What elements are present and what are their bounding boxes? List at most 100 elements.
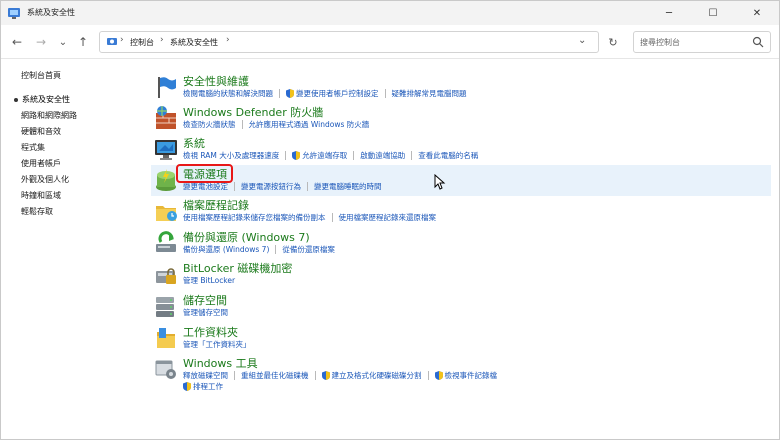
sidebar-item-system-security[interactable]: 系統及安全性 [14, 94, 70, 105]
category-title[interactable]: BitLocker 磁碟機加密 [183, 260, 292, 276]
category-windows-tools: Windows 工具 釋放磁碟空間 重組並最佳化磁碟機 建立及格式化硬碟磁碟分割… [151, 354, 771, 394]
maximize-button[interactable]: ☐ [691, 1, 735, 25]
link-divider [307, 182, 308, 191]
refresh-button[interactable]: ↻ [605, 34, 621, 50]
category-title[interactable]: Windows Defender 防火牆 [183, 104, 323, 120]
uac-shield-icon [286, 89, 294, 98]
link-allow-remote[interactable]: 允許遠端存取 [302, 150, 347, 161]
breadcrumb-separator: › [226, 35, 230, 45]
breadcrumb-system-security[interactable]: 系統及安全性 [170, 37, 218, 48]
category-backup-restore: 備份與還原 (Windows 7) 備份與還原 (Windows 7) 從備份還… [151, 228, 771, 259]
link-computer-name[interactable]: 查看此電腦的名稱 [418, 150, 478, 161]
monitor-icon [155, 140, 177, 160]
search-box[interactable]: 搜尋控制台 [633, 31, 771, 53]
storage-icon [156, 297, 174, 317]
file-history-icon [156, 206, 177, 221]
link-change-uac[interactable]: 變更使用者帳戶控制設定 [296, 88, 379, 99]
sidebar-item-ease-of-access[interactable]: 輕鬆存取 [21, 206, 53, 217]
close-button[interactable]: ✕ [735, 1, 779, 25]
highlight-box [176, 164, 233, 183]
breadcrumb-separator: › [160, 35, 164, 45]
address-dropdown-button[interactable]: ⌄ [578, 35, 586, 46]
backup-icon [156, 231, 176, 252]
category-title[interactable]: 備份與還原 (Windows 7) [183, 229, 310, 245]
forward-button[interactable]: → [33, 34, 49, 50]
sidebar-item-clock-region[interactable]: 時鐘和區域 [21, 190, 61, 201]
category-links: 管理儲存空間 [183, 307, 228, 318]
link-remote-assistance[interactable]: 啟動遠端協助 [360, 150, 405, 161]
category-links: 檢視 RAM 大小及處理器速度 允許遠端存取 啟動遠端協助 查看此電腦的名稱 [183, 150, 478, 161]
category-title[interactable]: 工作資料夾 [183, 324, 238, 340]
uac-shield-icon [292, 151, 301, 160]
search-icon [752, 36, 764, 48]
link-divider [285, 151, 287, 160]
category-security-maintenance: 安全性與維護 檢閱電腦的狀態和解決問題 變更使用者帳戶控制設定 疑難排解常見電腦… [151, 72, 771, 103]
link-divider [279, 89, 280, 98]
back-button[interactable]: ← [9, 34, 25, 50]
link-defragment[interactable]: 重組並最佳化磁碟機 [241, 370, 309, 381]
category-links: 使用檔案歷程記錄來儲存您檔案的備份副本 使用檔案歷程記錄來還原檔案 [183, 212, 436, 223]
link-divider [353, 151, 355, 160]
link-event-logs[interactable]: 檢視事件記錄檔 [445, 370, 498, 381]
address-bar[interactable]: › 控制台 › 系統及安全性 › ⌄ [99, 31, 599, 53]
category-title[interactable]: 檔案歷程記錄 [183, 197, 249, 213]
link-divider [314, 371, 316, 380]
link-manage-bitlocker[interactable]: 管理 BitLocker [183, 275, 235, 286]
control-panel-window: 系統及安全性 ─ ☐ ✕ ← → ⌄ ↑ › 控制台 › 系統及安全性 › ⌄ … [0, 0, 780, 440]
link-divider [331, 213, 333, 222]
current-bullet [14, 97, 18, 102]
up-button[interactable]: ↑ [75, 34, 91, 50]
link-restore-from-backup[interactable]: 從備份還原檔案 [282, 244, 335, 255]
sidebar-item-programs[interactable]: 程式集 [21, 142, 45, 153]
link-task-scheduler[interactable]: 排程工作 [193, 381, 223, 392]
category-system: 系統 檢視 RAM 大小及處理器速度 允許遠端存取 啟動遠端協助 查看此電腦的名… [151, 134, 771, 165]
sidebar: 控制台首頁 系統及安全性 網路和網際網路 硬體和音效 程式集 使用者帳戶 外觀及… [1, 60, 131, 440]
link-troubleshoot[interactable]: 疑難排解常見電腦問題 [392, 88, 467, 99]
sidebar-item-label: 系統及安全性 [22, 95, 70, 104]
category-title[interactable]: Windows 工具 [183, 355, 258, 371]
link-divider [275, 245, 277, 254]
windows-tools-icon [155, 360, 176, 379]
category-title[interactable]: 系統 [183, 135, 205, 151]
link-review-status[interactable]: 檢閱電腦的狀態和解決問題 [183, 88, 273, 99]
link-allow-app[interactable]: 允許應用程式通過 Windows 防火牆 [249, 119, 370, 130]
bitlocker-icon [156, 268, 176, 284]
sidebar-item-hardware-sound[interactable]: 硬體和音效 [21, 126, 61, 137]
link-manage-storage[interactable]: 管理儲存空間 [183, 307, 228, 318]
category-bitlocker: BitLocker 磁碟機加密 管理 BitLocker [151, 259, 771, 290]
link-divider [234, 371, 235, 380]
mouse-cursor-icon [434, 174, 446, 190]
category-links: 釋放磁碟空間 重組並最佳化磁碟機 建立及格式化硬碟磁碟分割 檢視事件記錄檔 [183, 370, 497, 381]
link-disk-cleanup[interactable]: 釋放磁碟空間 [183, 370, 228, 381]
breadcrumb-control-panel[interactable]: 控制台 [130, 37, 154, 48]
control-panel-app-icon [8, 8, 20, 19]
sidebar-item-network[interactable]: 網路和網際網路 [21, 110, 77, 121]
uac-shield-icon [434, 371, 443, 380]
link-check-firewall[interactable]: 檢查防火牆狀態 [183, 119, 236, 130]
category-firewall: Windows Defender 防火牆 檢查防火牆狀態 允許應用程式通過 Wi… [151, 103, 771, 134]
link-sleep-time[interactable]: 變更電腦睡眠的時間 [314, 181, 382, 192]
breadcrumb-separator: › [120, 35, 124, 45]
category-title[interactable]: 安全性與維護 [183, 73, 249, 89]
link-file-history-restore[interactable]: 使用檔案歷程記錄來還原檔案 [339, 212, 437, 223]
category-links: 管理「工作資料夾」 [183, 339, 251, 350]
category-power-options: 電源選項 變更電池設定 變更電源按鈕行為 變更電腦睡眠的時間 [151, 165, 771, 196]
link-view-ram[interactable]: 檢視 RAM 大小及處理器速度 [183, 150, 279, 161]
link-divider [241, 120, 243, 129]
category-links: 檢查防火牆狀態 允許應用程式通過 Windows 防火牆 [183, 119, 369, 130]
minimize-button[interactable]: ─ [647, 1, 691, 25]
work-folders-icon [157, 328, 175, 348]
link-backup-restore[interactable]: 備份與還原 (Windows 7) [183, 244, 269, 255]
flag-icon [158, 77, 176, 98]
category-storage-spaces: 儲存空間 管理儲存空間 [151, 291, 771, 322]
sidebar-item-appearance[interactable]: 外觀及個人化 [21, 174, 69, 185]
recent-locations-button[interactable]: ⌄ [55, 34, 71, 50]
link-manage-work-folders[interactable]: 管理「工作資料夾」 [183, 339, 251, 350]
category-links: 備份與還原 (Windows 7) 從備份還原檔案 [183, 244, 335, 255]
category-title[interactable]: 儲存空間 [183, 292, 227, 308]
sidebar-home-link[interactable]: 控制台首頁 [21, 70, 61, 81]
link-partition[interactable]: 建立及格式化硬碟磁碟分割 [332, 370, 422, 381]
link-power-button[interactable]: 變更電源按鈕行為 [241, 181, 301, 192]
sidebar-item-user-accounts[interactable]: 使用者帳戶 [21, 158, 61, 169]
link-file-history-backup[interactable]: 使用檔案歷程記錄來儲存您檔案的備份副本 [183, 212, 326, 223]
